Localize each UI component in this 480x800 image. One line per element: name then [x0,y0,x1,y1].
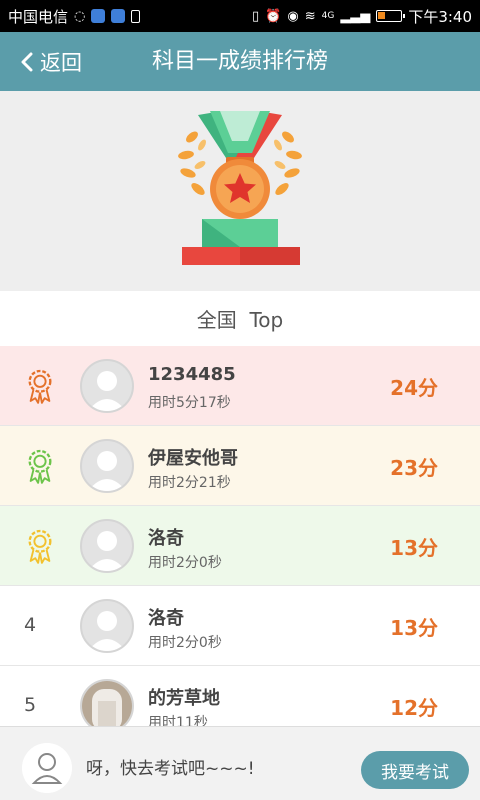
medal-trophy-icon [178,111,302,265]
medal-3-icon [16,526,64,566]
take-exam-button[interactable]: 我要考试 [361,751,469,789]
medal-1-icon [16,366,64,406]
wifi-icon: ≋ [304,8,316,24]
sync-icon: ◌ [74,8,86,24]
user-name: 洛奇 [148,528,184,549]
battery-icon [376,10,406,22]
alarm-icon: ⏰ [265,8,282,24]
ranking-row[interactable]: 5 的芳草地用时11秒 12分 [0,666,480,726]
score-value: 12分 [390,696,438,720]
bottom-bar: 呀，快去考试吧~~~! 我要考试 [0,726,480,800]
score-value: 13分 [390,536,438,560]
default-avatar-icon [80,599,134,653]
score-value: 23分 [390,456,438,480]
ranking-row[interactable]: 1234485 用时5分17秒 24分 [0,346,480,426]
clock-label: 下午3:40 [408,7,472,26]
default-avatar-icon [80,439,134,493]
user-name: 伊屋安他哥 [148,448,238,469]
default-avatar-icon [80,359,134,413]
photo-avatar [80,679,134,726]
time-used: 用时5分17秒 [148,395,231,411]
time-used: 用时2分21秒 [148,475,231,491]
score-value: 13分 [390,616,438,640]
carrier-label: 中国电信 [8,7,69,26]
signal-icon: ▂▃▅ [340,8,371,24]
section-title: 全国 Top [0,291,480,346]
time-used: 用时2分0秒 [148,635,222,651]
title-bar: 返回 科目一成绩排行榜 [0,32,480,91]
ranking-list[interactable]: 1234485 用时5分17秒 24分 伊屋安他哥 用时2分21秒 23分 洛奇 用时2分0秒… [0,346,480,726]
user-name: 洛奇 [148,608,184,629]
rank-number: 4 [24,614,37,636]
time-used: 用时2分0秒 [148,555,222,571]
score-value: 24分 [390,376,438,400]
medal-2-icon [16,446,64,486]
ranking-row[interactable]: 伊屋安他哥用时2分21秒 23分 [0,426,480,506]
prompt-message: 呀，快去考试吧~~~! [86,759,255,779]
time-used: 用时11秒 [148,715,208,726]
battery-fill [378,12,386,19]
app-notification-icon [91,9,106,23]
status-bar: 中国电信 ◌ ▯ ⏰ ◉ ≋ 4G ▂▃▅ 下午3:40 [0,0,480,32]
network-label: 4G [321,11,335,21]
user-avatar-icon [22,743,72,793]
page-title: 科目一成绩排行榜 [151,49,328,74]
ranking-row[interactable]: 洛奇用时2分0秒 13分 [0,506,480,586]
default-avatar-icon [80,519,134,573]
heart-app-icon [111,9,126,23]
trophy-banner [0,91,480,291]
rank-number: 5 [24,694,37,716]
vibrate-icon: ▯ [252,8,260,24]
user-name: 的芳草地 [148,688,220,709]
ranking-row[interactable]: 4 洛奇用时2分0秒 13分 [0,586,480,666]
clipboard-icon [131,9,141,23]
user-name: 1234485 [148,364,236,385]
eye-icon: ◉ [287,8,299,24]
